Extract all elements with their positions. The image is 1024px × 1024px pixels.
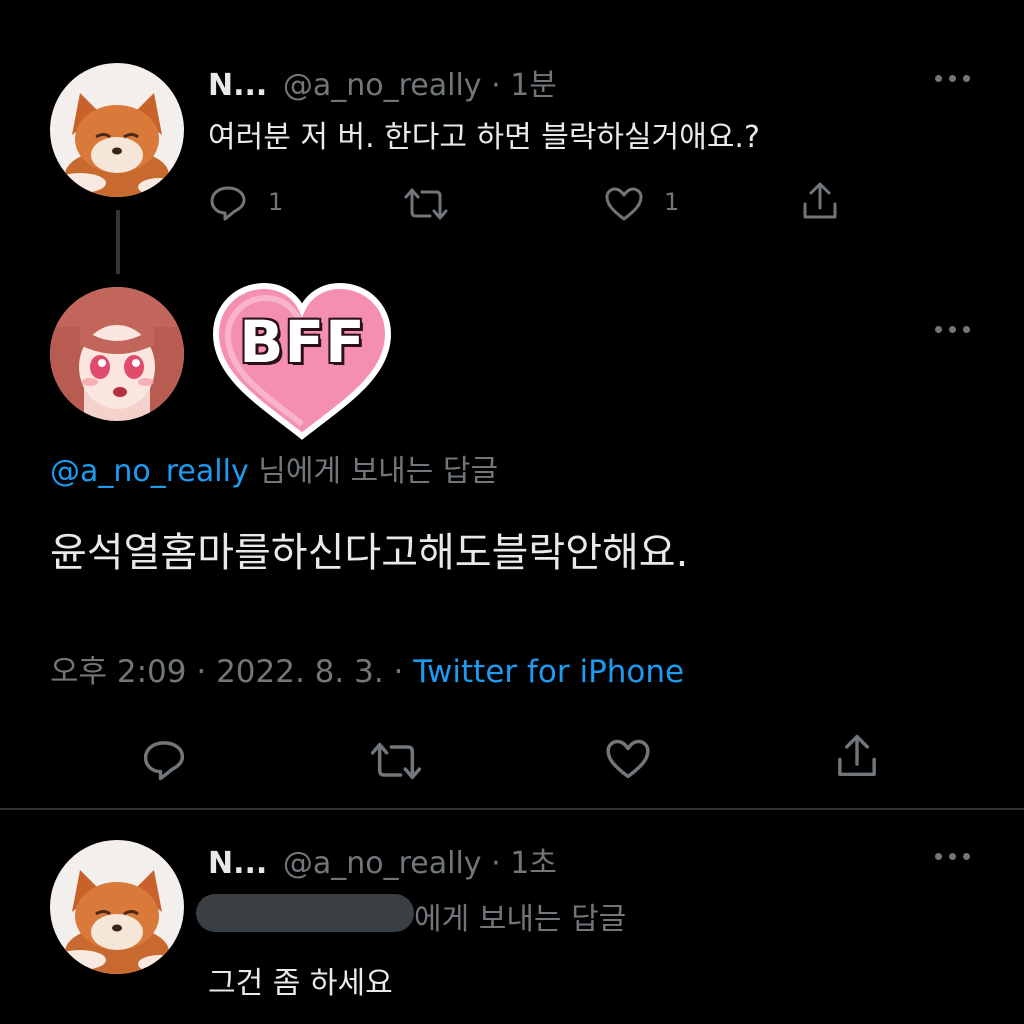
reply-count: 1 bbox=[268, 188, 284, 216]
thread-line bbox=[116, 210, 120, 274]
handle[interactable]: @a_no_really bbox=[283, 846, 482, 881]
like-count: 1 bbox=[664, 188, 680, 216]
like-icon[interactable] bbox=[604, 186, 644, 222]
display-name[interactable]: N... bbox=[208, 68, 267, 103]
separator: · bbox=[491, 68, 501, 103]
share-icon[interactable] bbox=[800, 180, 840, 222]
bff-heart-sticker: BFF bbox=[210, 278, 395, 443]
tweet3-header: N... @a_no_really · 1초 bbox=[208, 838, 557, 882]
more-icon[interactable] bbox=[935, 326, 971, 334]
handle[interactable]: @a_no_really bbox=[283, 68, 482, 103]
replying-to: @a_no_really 님에게 보내는 답글 bbox=[50, 446, 498, 490]
replying-to-handle[interactable]: @a_no_really bbox=[50, 454, 249, 489]
tweet-text: 여러분 저 버. 한다고 하면 블락하실거애요.? bbox=[208, 120, 760, 155]
like-icon[interactable] bbox=[604, 738, 652, 780]
replying-to-suffix: 에게 보내는 답글 bbox=[414, 902, 627, 937]
avatar-fox[interactable] bbox=[50, 840, 184, 974]
tweet-meta: 오후 2:09 · 2022. 8. 3. · Twitter for iPho… bbox=[50, 646, 684, 691]
replying-to-suffix: 님에게 보내는 답글 bbox=[258, 454, 499, 489]
avatar-fox[interactable] bbox=[50, 63, 184, 197]
separator: · bbox=[491, 846, 501, 881]
redacted-handle bbox=[196, 894, 414, 932]
more-icon[interactable] bbox=[935, 75, 971, 83]
timestamp[interactable]: 1분 bbox=[510, 68, 557, 103]
retweet-icon[interactable] bbox=[402, 186, 450, 222]
retweet-icon[interactable] bbox=[368, 740, 424, 782]
tweet-text: 그건 좀 하세요 bbox=[208, 966, 393, 1001]
share-icon[interactable] bbox=[834, 732, 880, 780]
reply-icon[interactable] bbox=[208, 182, 248, 222]
more-icon[interactable] bbox=[935, 853, 971, 861]
source-link[interactable]: Twitter for iPhone bbox=[413, 654, 684, 690]
sticker-text: BFF bbox=[239, 308, 366, 376]
timestamp[interactable]: 1초 bbox=[510, 846, 557, 881]
tweet1-header: N... @a_no_really · 1분 bbox=[208, 60, 557, 104]
avatar-anime[interactable] bbox=[50, 287, 184, 421]
main-timestamp[interactable]: 오후 2:09 · 2022. 8. 3. · bbox=[50, 654, 403, 690]
divider bbox=[0, 808, 1024, 810]
reply-icon[interactable] bbox=[140, 736, 188, 782]
display-name[interactable]: N... bbox=[208, 846, 267, 881]
main-tweet-text: 윤석열홈마를하신다고해도블락안해요. bbox=[50, 530, 689, 576]
